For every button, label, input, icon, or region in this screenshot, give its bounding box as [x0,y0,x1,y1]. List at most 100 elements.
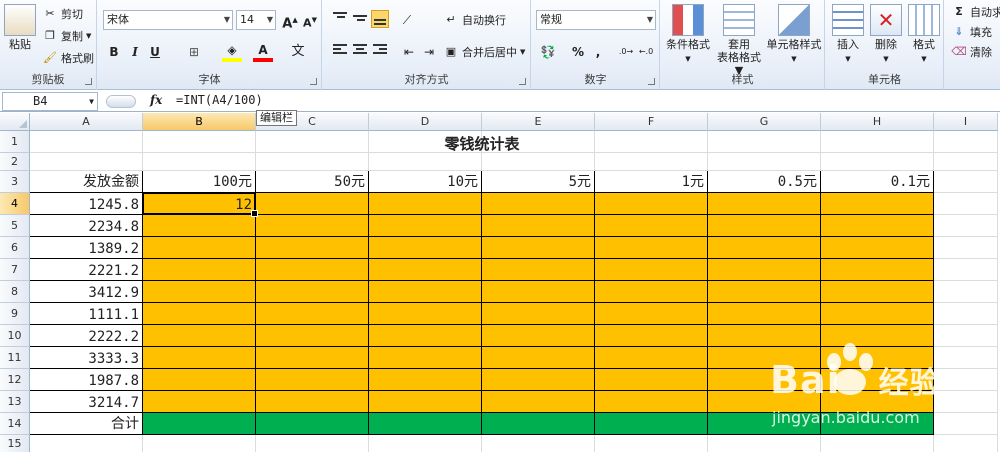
cell-a8[interactable]: 3412.9 [30,281,143,303]
cell-c5[interactable] [256,215,369,237]
cell-f13[interactable] [595,391,708,413]
cell-d13[interactable] [369,391,482,413]
column-header-d[interactable]: D [369,113,482,131]
grow-font-icon[interactable]: A▲ [280,10,300,31]
delete-button[interactable]: ✕ 删除 ▼ [868,4,904,66]
cell-h7[interactable] [821,259,934,281]
cell-g2[interactable] [708,153,821,171]
cell-g7[interactable] [708,259,821,281]
conditional-format-button[interactable]: 条件格式 ▼ [663,4,713,66]
cell-i8[interactable] [934,281,998,303]
cell-d11[interactable] [369,347,482,369]
wrap-text-button[interactable]: ↵ 自动换行 [443,10,506,30]
cell-f10[interactable] [595,325,708,347]
cell-d7[interactable] [369,259,482,281]
insert-function-icon[interactable]: fx [150,93,162,107]
row-header-13[interactable]: 13 [0,391,30,413]
cell-f4[interactable] [595,193,708,215]
cell-styles-button[interactable]: 单元格样式 ▼ [763,4,825,66]
cell-h5[interactable] [821,215,934,237]
align-middle-icon[interactable] [351,10,369,28]
cell-a7[interactable]: 2221.2 [30,259,143,281]
fill-button[interactable]: ⇓ 填充 [951,22,992,42]
row-header-6[interactable]: 6 [0,237,30,259]
row-header-10[interactable]: 10 [0,325,30,347]
cell-c3[interactable]: 50元 [256,171,369,193]
row-header-2[interactable]: 2 [0,153,30,171]
row-header-8[interactable]: 8 [0,281,30,303]
shrink-font-icon[interactable]: A▼ [300,10,320,30]
cell-c15[interactable] [256,435,369,452]
currency-icon[interactable]: 💱 [538,42,558,62]
cell-h3[interactable]: 0.1元 [821,171,934,193]
cell-b13[interactable] [143,391,256,413]
cell-h8[interactable] [821,281,934,303]
cell-d6[interactable] [369,237,482,259]
cell-i6[interactable] [934,237,998,259]
cell-c14[interactable] [256,413,369,435]
increase-indent-icon[interactable]: ⇥ [419,42,439,62]
number-launcher-icon[interactable] [648,78,655,85]
format-cells-button[interactable]: 格式 ▼ [906,4,942,66]
align-bottom-icon[interactable] [371,10,389,28]
cell-g5[interactable] [708,215,821,237]
cell-a6[interactable]: 1389.2 [30,237,143,259]
cell-e4[interactable] [482,193,595,215]
cut-button[interactable]: ✂ 剪切 [42,4,83,24]
cell-f2[interactable] [595,153,708,171]
row-header-9[interactable]: 9 [0,303,30,325]
row-header-3[interactable]: 3 [0,171,30,193]
cell-c9[interactable] [256,303,369,325]
cell-f6[interactable] [595,237,708,259]
cell-b4[interactable]: 12 [143,193,256,215]
cell-c12[interactable] [256,369,369,391]
font-color-icon[interactable]: A [253,42,273,62]
cell-g4[interactable] [708,193,821,215]
phonetic-icon[interactable]: 文 [288,42,308,62]
column-header-b[interactable]: B [143,113,256,131]
percent-button[interactable]: % [568,42,588,62]
cell-a9[interactable]: 1111.1 [30,303,143,325]
cell-e7[interactable] [482,259,595,281]
select-all-corner[interactable] [0,113,30,131]
cell-d3[interactable]: 10元 [369,171,482,193]
cell-d15[interactable] [369,435,482,452]
cell-f3[interactable]: 1元 [595,171,708,193]
cell-a15[interactable] [30,435,143,452]
format-as-table-button[interactable]: 套用 表格格式▼ [715,4,763,77]
column-header-e[interactable]: E [482,113,595,131]
font-size-combo[interactable]: 14 ▼ [236,10,276,30]
orientation-icon[interactable]: ⟋ [397,10,417,30]
row-header-1[interactable]: 1 [0,131,30,153]
cell-c11[interactable] [256,347,369,369]
cell-c2[interactable] [256,153,369,171]
cell-b15[interactable] [143,435,256,452]
cell-e8[interactable] [482,281,595,303]
cell-f8[interactable] [595,281,708,303]
cell-c7[interactable] [256,259,369,281]
cell-e14[interactable] [482,413,595,435]
cell-b3[interactable]: 100元 [143,171,256,193]
cell-h4[interactable] [821,193,934,215]
cell-c13[interactable] [256,391,369,413]
cell-e9[interactable] [482,303,595,325]
cell-c4[interactable] [256,193,369,215]
cell-d5[interactable] [369,215,482,237]
cell-b5[interactable] [143,215,256,237]
cell-i1[interactable] [934,131,998,153]
cell-c8[interactable] [256,281,369,303]
border-icon[interactable]: ⊞ [184,42,204,62]
cell-h9[interactable] [821,303,934,325]
cell-d9[interactable] [369,303,482,325]
cell-a4[interactable]: 1245.8 [30,193,143,215]
align-left-icon[interactable] [331,42,349,60]
name-box[interactable]: B4 ▼ [2,92,98,111]
italic-button[interactable]: I [125,42,145,62]
cell-d10[interactable] [369,325,482,347]
cell-b11[interactable] [143,347,256,369]
cell-a11[interactable]: 3333.3 [30,347,143,369]
cell-i2[interactable] [934,153,998,171]
cell-f12[interactable] [595,369,708,391]
cell-f14[interactable] [595,413,708,435]
alignment-launcher-icon[interactable] [519,78,526,85]
